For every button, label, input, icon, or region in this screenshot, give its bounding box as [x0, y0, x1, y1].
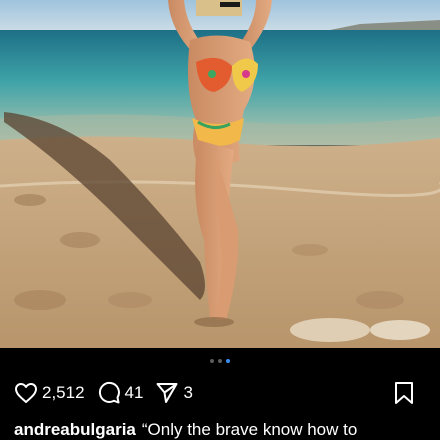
comment-count: 41: [124, 383, 144, 402]
share-button[interactable]: 3: [155, 381, 193, 405]
instagram-post: 2,512 41 3 andreabulgaria “Only the brave…: [0, 0, 440, 440]
carousel-dot-active: [226, 359, 230, 363]
bookmark-icon: [395, 382, 413, 404]
like-count: 2,512: [42, 383, 85, 402]
action-bar: 2,512 41 3: [14, 378, 426, 408]
caption-username[interactable]: andreabulgaria: [14, 420, 136, 439]
caption-text: “Only the brave know how to: [141, 420, 358, 439]
share-icon: [156, 383, 178, 403]
heart-icon: [15, 383, 37, 403]
share-count: 3: [183, 383, 193, 402]
comment-icon: [98, 381, 120, 404]
post-photo[interactable]: [0, 0, 440, 348]
beach-photo: [0, 0, 440, 348]
save-button[interactable]: [394, 381, 414, 405]
carousel-dot: [218, 359, 222, 363]
like-button[interactable]: 2,512: [14, 382, 85, 404]
carousel-indicator: [0, 359, 440, 363]
carousel-dot: [210, 359, 214, 363]
post-caption: andreabulgaria “Only the brave know how t…: [14, 420, 440, 440]
comment-button[interactable]: 41: [97, 381, 144, 405]
